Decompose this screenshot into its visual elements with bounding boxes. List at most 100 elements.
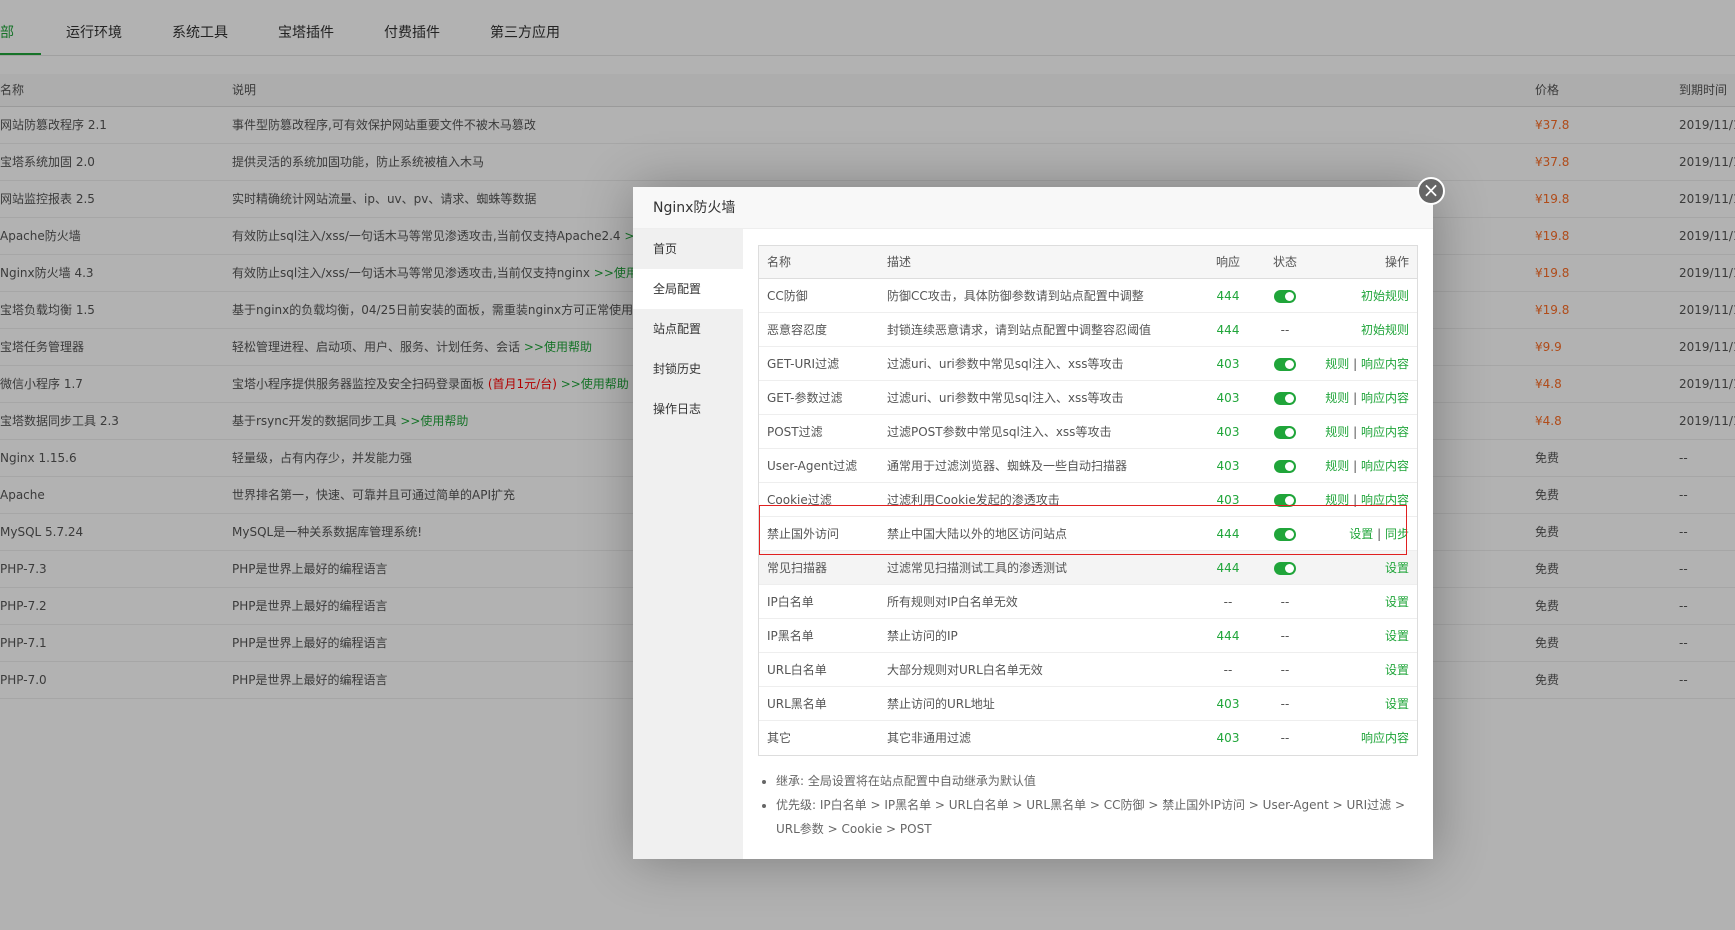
rule-status-text: -- (1280, 731, 1290, 745)
rule-op-primary[interactable]: 初始规则 (1361, 289, 1409, 303)
rule-op-secondary[interactable]: 同步 (1385, 527, 1409, 541)
rule-row: 禁止国外访问 禁止中国大陆以外的地区访问站点 444 设置 | 同步 (759, 517, 1417, 551)
rule-op-primary[interactable]: 初始规则 (1361, 323, 1409, 337)
header-rule-operations: 操作 (1384, 255, 1409, 269)
note-priority: 优先级: IP白名单 > IP黑名单 > URL白名单 > URL黑名单 > C… (776, 793, 1423, 841)
rule-status-text: -- (1280, 595, 1290, 609)
rule-name: POST过滤 (767, 425, 823, 439)
rule-op-primary[interactable]: 规则 (1325, 493, 1349, 507)
rule-name: GET-URI过滤 (767, 357, 840, 371)
rule-desc: 过滤uri、uri参数中常见sql注入、xss等攻击 (887, 391, 1124, 405)
rule-operations: 设置 (1385, 619, 1409, 653)
rule-desc: 过滤uri、uri参数中常见sql注入、xss等攻击 (887, 357, 1124, 371)
rule-desc: 禁止访问的IP (887, 629, 958, 643)
rule-row: 恶意容忍度 封锁连续恶意请求，请到站点配置中调整容忍阈值 444 -- 初始规则 (759, 313, 1417, 347)
rule-status (1260, 347, 1310, 381)
rule-operations: 规则 | 响应内容 (1325, 415, 1409, 449)
rule-desc: 防御CC攻击，具体防御参数请到站点配置中调整 (887, 289, 1144, 303)
firewall-rules-table: 名称 描述 响应 状态 操作 CC防御 防御CC攻击，具体防御参数请到站点配置中调… (758, 245, 1418, 756)
rule-toggle-switch[interactable] (1274, 494, 1296, 507)
rule-desc: 封锁连续恶意请求，请到站点配置中调整容忍阈值 (887, 323, 1152, 337)
rule-toggle-switch[interactable] (1274, 562, 1296, 575)
rule-operations: 设置 (1385, 585, 1409, 619)
rule-status-text: -- (1280, 697, 1290, 711)
sidebar-item-home[interactable]: 首页 (633, 229, 743, 269)
rule-name: IP黑名单 (767, 629, 814, 643)
rule-response-code: 403 (1216, 731, 1240, 745)
rule-operations: 设置 (1385, 551, 1409, 585)
rule-op-primary[interactable]: 设置 (1385, 561, 1409, 575)
modal-sidebar: 首页 全局配置 站点配置 封锁历史 操作日志 (633, 229, 743, 859)
rule-op-secondary[interactable]: 响应内容 (1361, 425, 1409, 439)
sidebar-item-site-config[interactable]: 站点配置 (633, 309, 743, 349)
rule-status (1260, 449, 1310, 483)
rule-op-primary[interactable]: 规则 (1325, 459, 1349, 473)
rule-response-code: 403 (1216, 425, 1240, 439)
rule-toggle-switch[interactable] (1274, 358, 1296, 371)
rule-op-primary[interactable]: 设置 (1385, 663, 1409, 677)
rule-op-primary[interactable]: 设置 (1385, 697, 1409, 711)
rule-op-primary[interactable]: 设置 (1385, 595, 1409, 609)
rule-status (1260, 517, 1310, 551)
modal-title: Nginx防火墙 (633, 187, 1433, 229)
sidebar-item-block-history[interactable]: 封锁历史 (633, 349, 743, 389)
rule-row: Cookie过滤 过滤利用Cookie发起的渗透攻击 403 规则 | 响应内容 (759, 483, 1417, 517)
rule-status: -- (1260, 687, 1310, 721)
rule-row: IP白名单 所有规则对IP白名单无效 -- -- 设置 (759, 585, 1417, 619)
rule-desc: 所有规则对IP白名单无效 (887, 595, 1018, 609)
rule-name: User-Agent过滤 (767, 459, 858, 473)
rule-status: -- (1260, 653, 1310, 687)
rule-row: GET-参数过滤 过滤uri、uri参数中常见sql注入、xss等攻击 403 规则 … (759, 381, 1417, 415)
rule-operations: 初始规则 (1361, 279, 1409, 313)
rule-name: 常见扫描器 (767, 561, 828, 575)
rule-response-code: 403 (1216, 391, 1240, 405)
rule-op-primary[interactable]: 规则 (1325, 425, 1349, 439)
op-separator: | (1377, 527, 1382, 541)
rule-op-primary[interactable]: 设置 (1385, 629, 1409, 643)
rule-op-primary[interactable]: 设置 (1349, 527, 1373, 541)
rule-op-secondary[interactable]: 响应内容 (1361, 357, 1409, 371)
rule-response-code: 444 (1216, 561, 1240, 575)
rule-operations: 初始规则 (1361, 313, 1409, 347)
rule-toggle-switch[interactable] (1274, 426, 1296, 439)
rules-table-header: 名称 描述 响应 状态 操作 (759, 246, 1417, 279)
rule-name: IP白名单 (767, 595, 814, 609)
rule-status (1260, 381, 1310, 415)
rule-status-text: -- (1280, 323, 1290, 337)
rule-op-secondary[interactable]: 响应内容 (1361, 493, 1409, 507)
rule-op-secondary[interactable]: 响应内容 (1361, 459, 1409, 473)
close-icon[interactable]: × (1417, 177, 1445, 205)
op-separator: | (1353, 425, 1358, 439)
rule-desc: 过滤利用Cookie发起的渗透攻击 (887, 493, 1060, 507)
rule-desc: 过滤常见扫描测试工具的渗透测试 (887, 561, 1068, 575)
rule-status: -- (1260, 313, 1310, 347)
op-separator: | (1353, 391, 1358, 405)
rule-response-code: 403 (1216, 459, 1240, 473)
nginx-firewall-modal: Nginx防火墙 首页 全局配置 站点配置 封锁历史 操作日志 名称 描述 响应… (633, 187, 1433, 859)
rule-response-code: 403 (1216, 493, 1240, 507)
rule-name: Cookie过滤 (767, 493, 832, 507)
rule-toggle-switch[interactable] (1274, 290, 1296, 303)
rule-desc: 禁止访问的URL地址 (887, 697, 995, 711)
rule-operations: 规则 | 响应内容 (1325, 449, 1409, 483)
rule-name: GET-参数过滤 (767, 391, 843, 405)
rule-op-primary[interactable]: 响应内容 (1361, 731, 1409, 745)
rule-op-primary[interactable]: 规则 (1325, 357, 1349, 371)
rule-operations: 规则 | 响应内容 (1325, 483, 1409, 517)
rule-op-primary[interactable]: 规则 (1325, 391, 1349, 405)
rule-toggle-switch[interactable] (1274, 528, 1296, 541)
rule-row: POST过滤 过滤POST参数中常见sql注入、xss等攻击 403 规则 | 响应内… (759, 415, 1417, 449)
rule-response-code: 444 (1216, 527, 1240, 541)
rule-toggle-switch[interactable] (1274, 392, 1296, 405)
rule-name: 恶意容忍度 (767, 323, 828, 337)
rule-desc: 通常用于过滤浏览器、蜘蛛及一些自动扫描器 (887, 459, 1128, 473)
rule-op-secondary[interactable]: 响应内容 (1361, 391, 1409, 405)
rule-toggle-switch[interactable] (1274, 460, 1296, 473)
sidebar-item-global-config[interactable]: 全局配置 (633, 269, 743, 309)
rule-operations: 设置 (1385, 653, 1409, 687)
rule-response-code: -- (1223, 663, 1233, 677)
rule-operations: 设置 (1385, 687, 1409, 721)
sidebar-item-operation-log[interactable]: 操作日志 (633, 389, 743, 429)
op-separator: | (1353, 459, 1358, 473)
header-rule-status: 状态 (1272, 255, 1297, 269)
